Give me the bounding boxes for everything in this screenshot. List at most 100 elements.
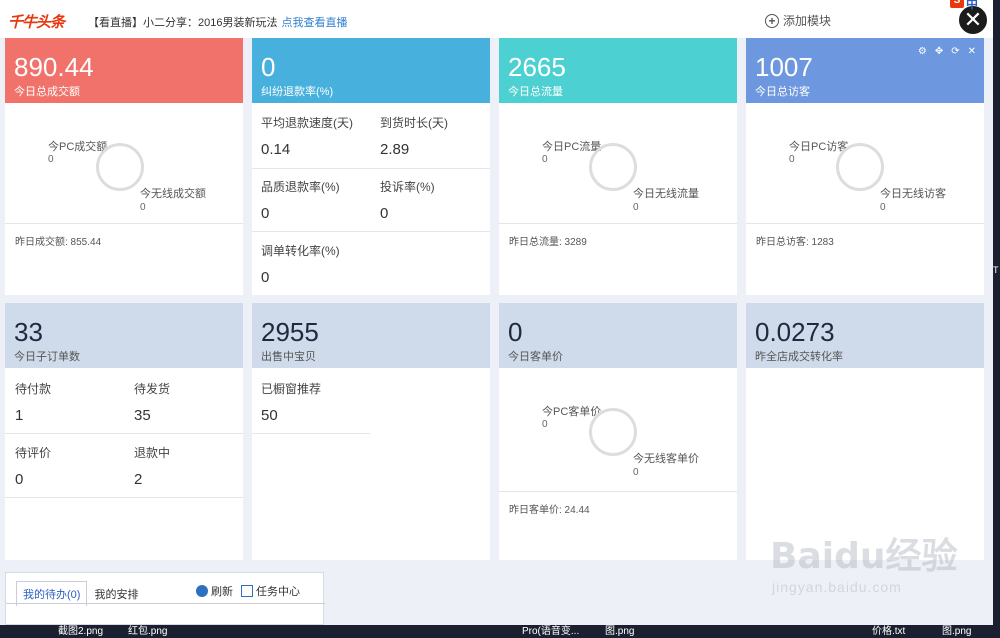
traffic-card: 2665 今日总流量 今日PC流量 0 今日无线流量 0 昨日总流量: 3289 xyxy=(499,38,737,295)
metric-label: 品质退款率(%) xyxy=(261,180,340,194)
baidu-watermark: Baidu经验 jingyan.baidu.com xyxy=(770,527,957,595)
metric-value: 50 xyxy=(261,407,278,424)
watermark-main: Baidu经验 xyxy=(770,536,958,577)
taskbar-item[interactable]: 图.png xyxy=(942,625,971,638)
traffic-yesterday: 昨日总流量: 3289 xyxy=(499,223,737,253)
mobile-sales-value: 0 xyxy=(140,202,146,213)
items-sale-label: 出售中宝贝 xyxy=(261,351,316,363)
metric-label: 投诉率(%) xyxy=(380,180,435,194)
traffic-donut-chart xyxy=(589,143,637,191)
avg-price-label: 今日客单价 xyxy=(508,351,563,363)
add-module-label: 添加模块 xyxy=(783,14,832,28)
avg-price-value: 0 xyxy=(508,317,523,347)
pc-sales-value: 0 xyxy=(48,154,54,165)
qianniu-news-logo: 千牛头条 xyxy=(8,13,65,31)
pc-avg-price-label: 今PC客单价 xyxy=(542,406,602,418)
orders-value: 33 xyxy=(14,317,43,347)
taskbar-item[interactable]: Pro(语音变... xyxy=(522,625,579,638)
refresh-icon xyxy=(196,585,208,597)
headline-news: 【看直播】小二分享：2016男装新玩法 点我查看直播 xyxy=(88,14,347,30)
avg-price-yesterday: 昨日客单价: 24.44 xyxy=(499,491,737,521)
conversion-card-header: 0.0273 昨全店成交转化率 xyxy=(746,303,984,368)
traffic-card-header: 2665 今日总流量 xyxy=(499,38,737,103)
settings-icon[interactable]: ⚙ xyxy=(918,46,927,57)
visitors-card-header: ⚙ ✥ ⟳ ✕ 1007 今日总访客 xyxy=(746,38,984,103)
visitors-label: 今日总访客 xyxy=(755,86,810,98)
mobile-visitors-value: 0 xyxy=(880,202,886,213)
refresh-icon[interactable]: ⟳ xyxy=(951,46,959,57)
todo-panel: 我的待办(0) 我的安排 刷新 任务中心 xyxy=(5,572,325,625)
ime-mode-label: 中 xyxy=(966,0,979,11)
refund-card-header: 0 纠纷退款率(%) xyxy=(252,38,490,103)
conversion-card: 0.0273 昨全店成交转化率 xyxy=(746,303,984,560)
sales-donut-area: 今PC成交额 0 今无线成交额 0 xyxy=(5,103,243,223)
metric-label: 待付款 xyxy=(15,382,52,396)
metric-label: 已橱窗推荐 xyxy=(261,382,322,396)
mobile-visitors-label: 今日无线访客 xyxy=(880,188,946,200)
pc-avg-price-value: 0 xyxy=(542,419,548,430)
task-center-label: 任务中心 xyxy=(256,586,300,598)
close-icon[interactable]: ✕ xyxy=(968,46,976,57)
mobile-sales-label: 今无线成交额 xyxy=(140,188,206,200)
delivery-duration: 到货时长(天) 2.89 xyxy=(380,114,490,158)
divider xyxy=(5,433,243,434)
window-recommended: 已橱窗推荐 50 xyxy=(261,380,379,424)
mobile-traffic-value: 0 xyxy=(633,202,639,213)
taskbar-item[interactable]: 价格.txt xyxy=(872,625,905,638)
avg-price-donut-area: 今PC客单价 0 今无线客单价 0 xyxy=(499,368,737,491)
move-icon[interactable]: ✥ xyxy=(935,46,943,57)
metric-value: 2 xyxy=(134,471,143,488)
visitors-value: 1007 xyxy=(755,52,813,82)
metric-value: 0 xyxy=(261,269,270,286)
divider xyxy=(252,168,490,169)
items-sale-card-header: 2955 出售中宝贝 xyxy=(252,303,490,368)
taskbar-item[interactable]: 截图2.png xyxy=(58,625,103,638)
pc-traffic-label: 今日PC流量 xyxy=(542,141,602,153)
metric-value: 2.89 xyxy=(380,141,410,158)
mobile-avg-price-value: 0 xyxy=(633,467,639,478)
traffic-value: 2665 xyxy=(508,52,566,82)
metric-label: 待评价 xyxy=(15,446,52,460)
pc-sales-label: 今PC成交额 xyxy=(48,141,108,153)
metric-value: 0 xyxy=(261,205,270,222)
metric-value: 0 xyxy=(380,205,389,222)
sales-card: 890.44 今日总成交额 今PC成交额 0 今无线成交额 0 昨日成交额: 8… xyxy=(5,38,243,295)
metric-label: 到货时长(天) xyxy=(380,116,448,130)
taskbar-item[interactable]: 图.png xyxy=(605,625,634,638)
card-controls: ⚙ ✥ ⟳ ✕ xyxy=(918,46,976,57)
divider xyxy=(252,433,370,434)
sales-yesterday: 昨日成交额: 855.44 xyxy=(5,223,243,253)
metric-label: 调单转化率(%) xyxy=(261,244,340,258)
sales-donut-chart xyxy=(96,143,144,191)
pc-traffic-value: 0 xyxy=(542,154,548,165)
orders-card-header: 33 今日子订单数 xyxy=(5,303,243,368)
metric-value: 1 xyxy=(15,407,24,424)
conversion-label: 昨全店成交转化率 xyxy=(755,351,843,363)
mobile-avg-price-label: 今无线客单价 xyxy=(633,453,699,465)
pending-payment: 待付款 1 xyxy=(15,380,133,424)
todo-actions: 刷新 任务中心 xyxy=(196,583,300,599)
refresh-label: 刷新 xyxy=(211,586,233,598)
side-edge-text: T xyxy=(993,265,999,275)
complaint-rate: 投诉率(%) 0 xyxy=(380,178,490,222)
headline-link[interactable]: 点我查看直播 xyxy=(281,17,347,29)
pending-review: 待评价 0 xyxy=(15,444,133,488)
pc-visitors-label: 今日PC访客 xyxy=(789,141,849,153)
metric-label: 待发货 xyxy=(134,382,171,396)
sales-card-header: 890.44 今日总成交额 xyxy=(5,38,243,103)
refresh-button[interactable]: 刷新 xyxy=(196,583,233,599)
pending-shipment: 待发货 35 xyxy=(134,380,243,424)
metric-value: 35 xyxy=(134,407,151,424)
pc-visitors-value: 0 xyxy=(789,154,795,165)
visitors-yesterday: 昨日总访客: 1283 xyxy=(746,223,984,253)
task-center-button[interactable]: 任务中心 xyxy=(241,583,300,599)
add-module-button[interactable]: + 添加模块 xyxy=(765,12,831,29)
refund-card: 0 纠纷退款率(%) 平均退款速度(天) 0.14 到货时长(天) 2.89 品… xyxy=(252,38,490,295)
headline-text: 【看直播】小二分享：2016男装新玩法 xyxy=(88,17,278,29)
metric-value: 0 xyxy=(15,471,24,488)
visitors-donut-chart xyxy=(836,143,884,191)
taskbar-item[interactable]: 红包.png xyxy=(128,625,167,638)
taskbar: 截图2.png 红包.png Pro(语音变... 图.png 价格.txt 图… xyxy=(0,625,1000,638)
divider xyxy=(5,497,243,498)
sales-label: 今日总成交额 xyxy=(14,86,80,98)
